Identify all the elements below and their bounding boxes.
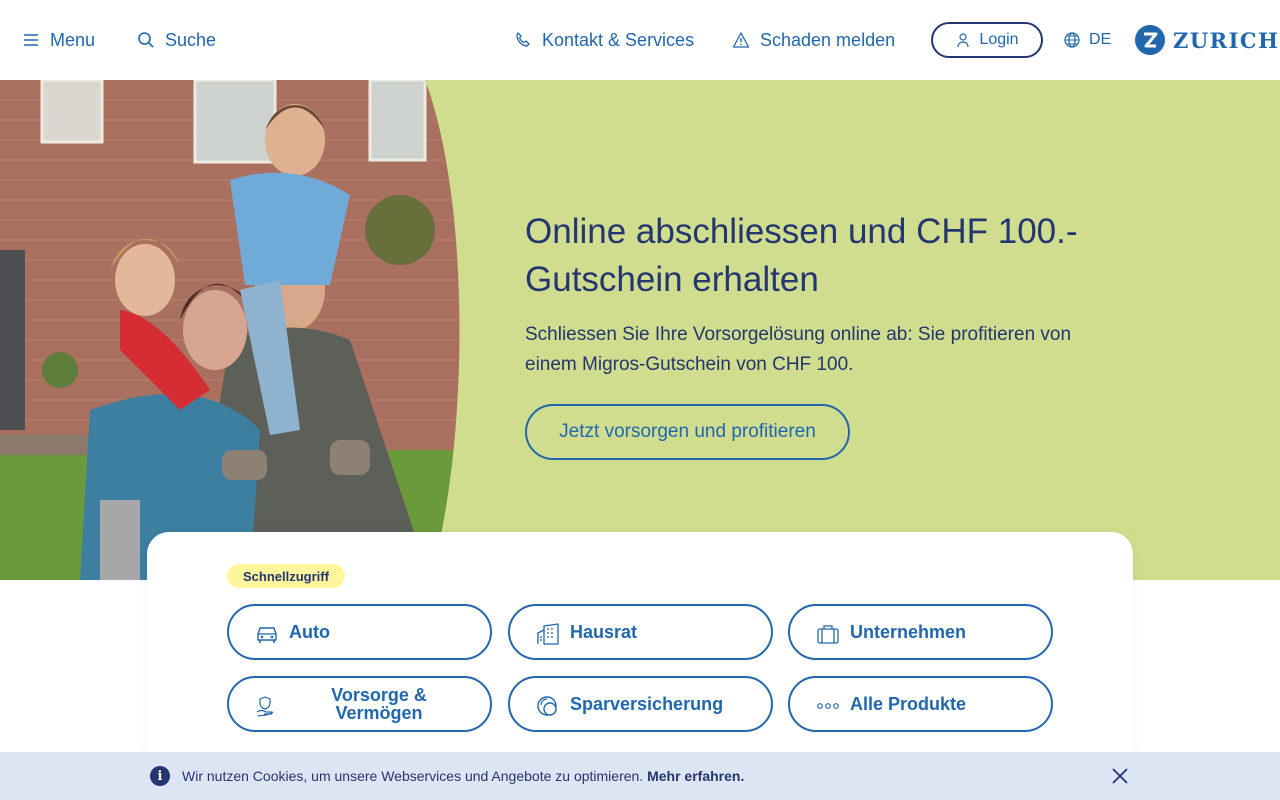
hamburger-icon	[24, 34, 38, 46]
search-icon	[138, 32, 154, 48]
search-label: Suche	[165, 29, 217, 50]
dots-icon	[817, 703, 839, 709]
site-header: Menu Suche Kontakt & Services Schaden me…	[0, 0, 1280, 80]
quick-access-card: Schnellzugriff Auto Hausrat Unternehmen …	[147, 532, 1133, 772]
language-selector[interactable]: DE	[1063, 0, 1111, 80]
hero-subtitle: Schliessen Sie Ihre Vorsorgelösung onlin…	[525, 324, 1072, 375]
logo-text: ZURICH	[1173, 27, 1280, 53]
quick-hausrat-label: Hausrat	[570, 621, 638, 642]
building-icon	[537, 623, 559, 645]
quick-alle-produkte-button[interactable]: Alle Produkte	[788, 676, 1053, 732]
quick-sparversicherung-label: Sparversicherung	[570, 693, 724, 714]
hero-title: Online abschliessen und CHF 100.- Gutsch…	[525, 212, 1078, 299]
user-icon	[957, 33, 970, 48]
zurich-logo-mark	[1135, 25, 1165, 55]
quick-hausrat-button[interactable]: Hausrat	[508, 604, 773, 660]
hand-shield-icon	[256, 696, 274, 717]
quick-auto-button[interactable]: Auto	[227, 604, 492, 660]
login-button[interactable]: Login	[931, 22, 1043, 58]
menu-label: Menu	[50, 29, 96, 50]
menu-button[interactable]: Menu	[22, 0, 95, 80]
savings-icon	[537, 696, 557, 716]
quick-vorsorge-label: Vorsorge & Vermögen	[331, 685, 427, 723]
contact-label: Kontakt & Services	[542, 29, 695, 50]
cookie-message: Wir nutzen Cookies, um unsere Webservice…	[182, 768, 744, 784]
quick-sparversicherung-button[interactable]: Sparversicherung	[508, 676, 773, 732]
cookie-banner: i Wir nutzen Cookies, um unsere Webservi…	[0, 752, 1280, 800]
cookie-more-link[interactable]: Mehr erfahren.	[647, 768, 744, 784]
quick-access-badge: Schnellzugriff	[227, 564, 345, 588]
quick-unternehmen-label: Unternehmen	[850, 621, 967, 642]
contact-services-link[interactable]: Kontakt & Services	[514, 0, 694, 80]
quick-unternehmen-button[interactable]: Unternehmen	[788, 604, 1053, 660]
claim-label: Schaden melden	[760, 29, 896, 50]
hero-banner: Online abschliessen und CHF 100.- Gutsch…	[0, 80, 1280, 580]
language-label: DE	[1089, 31, 1112, 48]
family-photo	[0, 80, 460, 580]
search-button[interactable]: Suche	[137, 0, 216, 80]
quick-auto-label: Auto	[289, 621, 330, 642]
car-icon	[257, 627, 277, 643]
briefcase-icon	[817, 625, 839, 644]
hero-cta-button[interactable]: Jetzt vorsorgen und profitieren	[525, 404, 850, 460]
phone-icon	[516, 32, 530, 47]
globe-icon	[1064, 32, 1080, 48]
cookie-text: Wir nutzen Cookies, um unsere Webservice…	[182, 768, 644, 784]
warning-icon	[732, 32, 750, 48]
quick-vorsorge-button[interactable]: Vorsorge & Vermögen	[227, 676, 492, 732]
login-label: Login	[979, 31, 1019, 48]
zurich-logo[interactable]: ZURICH	[1135, 24, 1279, 56]
info-icon: i	[150, 766, 170, 786]
report-claim-link[interactable]: Schaden melden	[732, 0, 895, 80]
quick-alle-produkte-label: Alle Produkte	[850, 693, 967, 714]
close-icon[interactable]	[1110, 766, 1130, 786]
